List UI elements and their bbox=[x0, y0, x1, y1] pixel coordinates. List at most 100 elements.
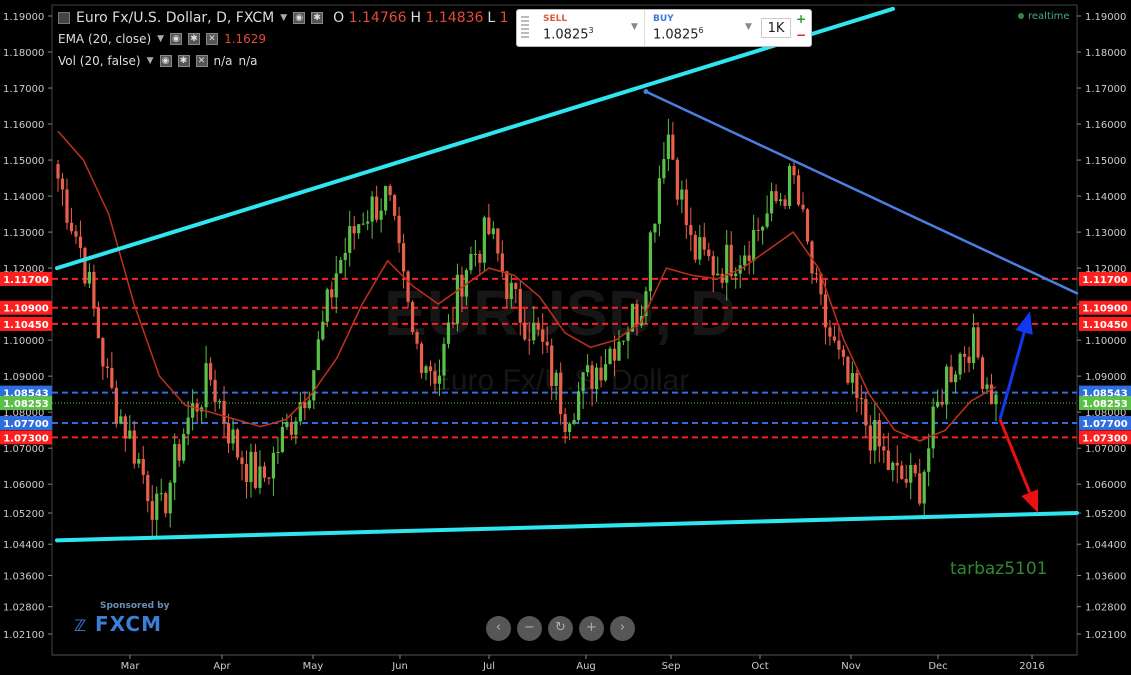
candle-body[interactable] bbox=[428, 366, 433, 372]
candle-body[interactable] bbox=[828, 327, 832, 337]
candle-body[interactable] bbox=[393, 195, 397, 216]
candle-body[interactable] bbox=[271, 452, 276, 479]
candle-body[interactable] bbox=[110, 367, 114, 388]
candle-body[interactable] bbox=[559, 372, 563, 415]
candle-body[interactable] bbox=[384, 185, 388, 211]
candle-body[interactable] bbox=[191, 403, 195, 418]
candle-body[interactable] bbox=[159, 493, 163, 495]
candle-body[interactable] bbox=[734, 273, 738, 277]
candle-body[interactable] bbox=[366, 221, 370, 224]
candle-body[interactable] bbox=[141, 459, 145, 475]
candle-body[interactable] bbox=[375, 196, 379, 220]
candle-body[interactable] bbox=[796, 175, 801, 205]
candle-body[interactable] bbox=[747, 255, 751, 261]
candle-body[interactable] bbox=[958, 353, 962, 375]
candle-body[interactable] bbox=[801, 204, 805, 210]
candle-body[interactable] bbox=[666, 134, 670, 160]
candle-body[interactable] bbox=[222, 400, 226, 424]
candle-body[interactable] bbox=[756, 229, 760, 231]
candle-body[interactable] bbox=[294, 421, 298, 435]
candle-body[interactable] bbox=[491, 228, 495, 235]
candle-body[interactable] bbox=[500, 253, 504, 272]
candle-body[interactable] bbox=[832, 336, 837, 341]
candle-body[interactable] bbox=[213, 379, 217, 402]
candle-body[interactable] bbox=[146, 474, 150, 502]
candle-body[interactable] bbox=[698, 237, 702, 260]
candle-body[interactable] bbox=[962, 353, 967, 357]
candle-body[interactable] bbox=[74, 231, 78, 237]
candle-body[interactable] bbox=[635, 303, 639, 326]
candle-body[interactable] bbox=[653, 223, 657, 233]
candle-body[interactable] bbox=[805, 209, 810, 242]
candle-body[interactable] bbox=[702, 237, 706, 250]
chevron-down-icon[interactable]: ▼ bbox=[280, 13, 287, 23]
candle-body[interactable] bbox=[478, 253, 482, 263]
candle-body[interactable] bbox=[321, 321, 325, 340]
candle-body[interactable] bbox=[401, 243, 406, 272]
candle-body[interactable] bbox=[83, 247, 87, 284]
candle-body[interactable] bbox=[927, 448, 931, 472]
candle-body[interactable] bbox=[581, 372, 585, 392]
candle-body[interactable] bbox=[895, 462, 899, 466]
candle-body[interactable] bbox=[608, 348, 612, 365]
candle-body[interactable] bbox=[954, 374, 958, 383]
collapse-icon[interactable] bbox=[58, 12, 70, 24]
candle-body[interactable] bbox=[240, 457, 244, 464]
candle-body[interactable] bbox=[568, 423, 572, 432]
candle-body[interactable] bbox=[814, 273, 819, 275]
candle-body[interactable] bbox=[904, 478, 908, 483]
candle-body[interactable] bbox=[226, 423, 231, 444]
candle-body[interactable] bbox=[886, 450, 890, 471]
candle-body[interactable] bbox=[312, 370, 316, 401]
candle-body[interactable] bbox=[276, 451, 280, 453]
candle-body[interactable] bbox=[316, 339, 320, 371]
candle-body[interactable] bbox=[769, 191, 774, 214]
candle-body[interactable] bbox=[545, 341, 549, 346]
candle-body[interactable] bbox=[114, 387, 118, 424]
candle-body[interactable] bbox=[716, 273, 720, 276]
candle-body[interactable] bbox=[536, 322, 540, 330]
candle-body[interactable] bbox=[662, 159, 666, 179]
chevron-down-icon[interactable]: ▼ bbox=[631, 22, 638, 32]
candle-body[interactable] bbox=[949, 366, 953, 383]
candle-body[interactable] bbox=[249, 451, 253, 483]
candle-body[interactable] bbox=[437, 375, 442, 384]
candle-body[interactable] bbox=[577, 391, 581, 420]
candle-body[interactable] bbox=[774, 191, 778, 202]
candle-body[interactable] bbox=[648, 232, 653, 292]
candle-body[interactable] bbox=[397, 215, 401, 244]
candle-body[interactable] bbox=[357, 224, 361, 234]
candle-body[interactable] bbox=[612, 348, 617, 361]
gear-icon[interactable]: ✱ bbox=[188, 33, 201, 45]
candle-body[interactable] bbox=[473, 253, 477, 255]
candle-body[interactable] bbox=[415, 331, 419, 344]
close-icon[interactable]: ✕ bbox=[195, 55, 208, 67]
candle-body[interactable] bbox=[446, 322, 451, 344]
candle-body[interactable] bbox=[330, 289, 334, 298]
candle-body[interactable] bbox=[370, 196, 374, 222]
candle-body[interactable] bbox=[137, 459, 141, 464]
candle-body[interactable] bbox=[671, 134, 675, 160]
candle-body[interactable] bbox=[87, 271, 92, 284]
eye-icon[interactable]: ◉ bbox=[170, 33, 183, 45]
candle-body[interactable] bbox=[859, 397, 863, 400]
candle-body[interactable] bbox=[550, 345, 554, 386]
zoom-out-icon[interactable]: − bbox=[517, 616, 542, 641]
candle-body[interactable] bbox=[168, 482, 172, 514]
candle-body[interactable] bbox=[603, 364, 608, 381]
buy-button[interactable]: BUY 1.08256 ▼ bbox=[647, 10, 757, 46]
candle-body[interactable] bbox=[406, 271, 410, 302]
candle-body[interactable] bbox=[123, 416, 127, 439]
candle-body[interactable] bbox=[186, 417, 190, 435]
candle-body[interactable] bbox=[792, 165, 796, 176]
candle-body[interactable] bbox=[177, 444, 181, 461]
candle-body[interactable] bbox=[231, 429, 235, 444]
candle-body[interactable] bbox=[657, 178, 661, 224]
candle-body[interactable] bbox=[65, 189, 69, 223]
candle-body[interactable] bbox=[253, 451, 258, 488]
candle-body[interactable] bbox=[442, 343, 446, 376]
candle-body[interactable] bbox=[707, 249, 711, 257]
candle-body[interactable] bbox=[850, 373, 854, 383]
candle-body[interactable] bbox=[132, 430, 136, 464]
candle-body[interactable] bbox=[725, 244, 729, 283]
